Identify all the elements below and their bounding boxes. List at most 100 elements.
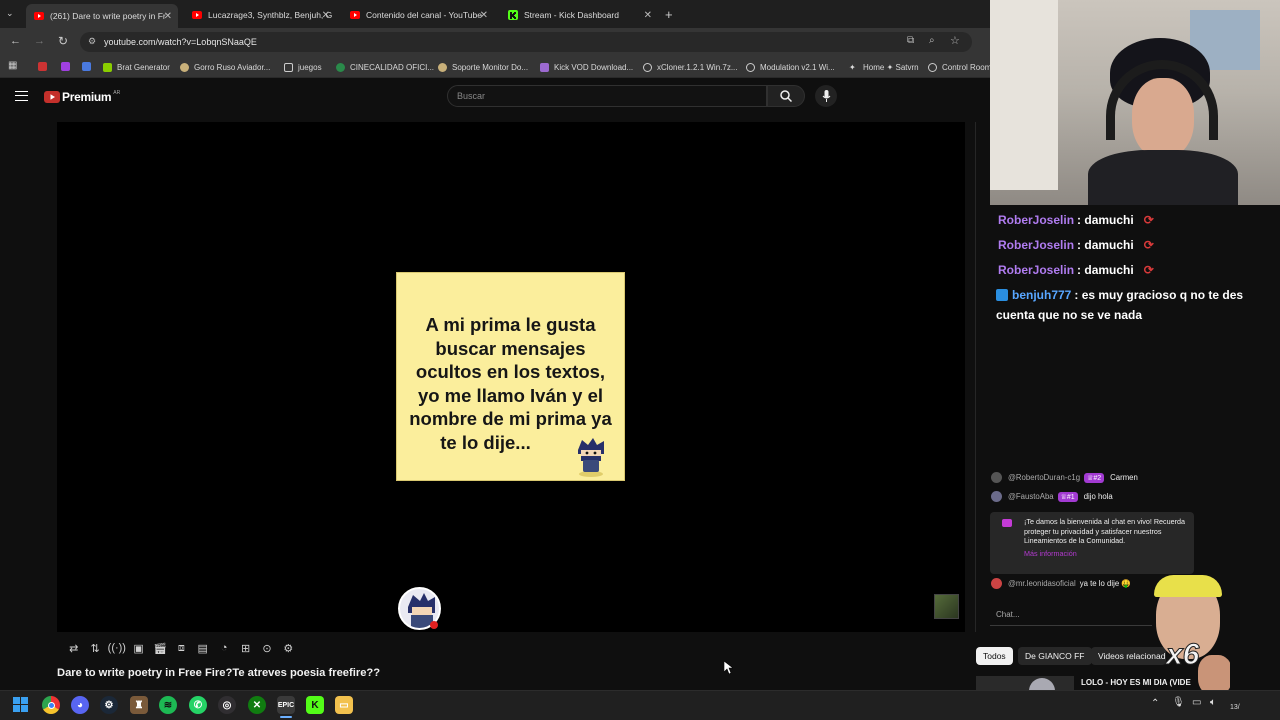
bookmark-icon[interactable] [61,62,70,71]
kick-badge-icon: ⟳ [1143,263,1154,277]
tray-chevron-icon[interactable]: ⌃ [1151,698,1159,709]
frame-icon[interactable]: ▤ [194,640,211,656]
kick-message: : es muy gracioso q no te des [1074,288,1244,302]
close-tab-icon[interactable]: ✕ [480,10,488,21]
search-input[interactable]: Buscar [447,85,767,107]
bookmark-star-icon[interactable]: ☆ [950,34,960,47]
spotify-icon[interactable]: ≋ [159,696,177,714]
forward-icon[interactable]: → [34,35,45,47]
epic-games-icon[interactable]: EPIC [277,696,295,714]
logo-country: AR [113,90,121,96]
add-icon[interactable]: ⊞ [237,640,254,656]
microphone-tray-icon[interactable]: 🎙︎ [1172,697,1185,708]
youtube-logo-icon [44,91,60,103]
webcam-overlay [990,0,1280,205]
hamburger-menu-icon[interactable] [15,91,28,101]
chat-username[interactable]: @FaustoAba [1008,492,1054,501]
bookmark-favicon [643,62,652,72]
kick-chat-line: RoberJoselin : damuchi ⟳ [998,238,1154,252]
settings-gear-icon[interactable]: ⚙ [280,640,297,656]
bookmark-gorro-ruso[interactable]: Gorro Ruso Aviador... [180,60,270,74]
tab-lucazrage[interactable]: Lucazrage3, Synthblz, Benjuh, G ✕ [184,4,336,26]
bookmark-kick-vod[interactable]: Kick VOD Download... [540,60,633,74]
screenshot-gallery-icon[interactable]: ▣ [130,640,147,656]
voice-search-button[interactable] [815,85,837,107]
tab-kick-dashboard[interactable]: Stream - Kick Dashboard ✕ [500,4,658,26]
kick-badge-icon: ⟳ [1143,213,1154,227]
xbox-icon[interactable]: ✕ [248,696,266,714]
whatsapp-icon[interactable]: ✆ [189,696,207,714]
chip-de-gianco-ff[interactable]: De GIANCO FF [1018,647,1092,665]
back-icon[interactable]: ← [10,35,21,47]
tab-active-video[interactable]: (261) Dare to write poetry in Fr ✕ [26,4,178,28]
clock-text[interactable]: 13/ [1230,704,1240,711]
tab-contenido-canal[interactable]: Contenido del canal - YouTube ✕ [342,4,494,26]
bookmark-satvrn[interactable]: ✦ Home ✦ Satvrn [849,60,919,74]
bookmark-icon[interactable] [38,62,47,71]
network-icon[interactable]: ▭ [1192,697,1201,708]
youtube-logo[interactable]: Premium AR [44,90,120,104]
install-app-icon[interactable]: ⧉ [907,35,914,46]
kick-icon [508,10,518,20]
kick-chat-line: RoberJoselin : damuchi ⟳ [998,263,1154,277]
steam-icon[interactable]: ⚙ [100,696,118,714]
new-tab-button[interactable]: + [665,7,673,22]
bookmark-soporte-monitor[interactable]: Soporte Monitor Do... [438,60,528,74]
chat-info-icon [1002,519,1012,527]
windows-start-icon[interactable] [12,696,30,714]
game-icon[interactable]: ♜ [130,696,148,714]
close-tab-icon[interactable]: ✕ [164,11,172,22]
bookmark-folder-juegos[interactable]: juegos [284,60,322,74]
search-button[interactable] [767,85,805,107]
bookmark-brat-generator[interactable]: Brat Generator [103,60,170,74]
chat-username[interactable]: @mr.leonidasoficial [1008,579,1076,588]
search-icon [780,90,792,102]
multiplier-text: x6 [1165,638,1200,672]
folder-icon [284,62,293,72]
volume-icon[interactable]: 🔈︎ [1210,697,1216,708]
obs-icon[interactable]: ◎ [218,696,236,714]
close-tab-icon[interactable]: ✕ [644,10,652,21]
clapper-icon[interactable]: 🎬︎ [151,640,168,656]
bookmark-cinecalidad[interactable]: CINECALIDAD OFICI... [336,60,434,74]
member-badge: ♕#2 [1084,472,1105,483]
chrome-icon[interactable] [42,696,60,714]
chat-text: Carmen [1110,473,1138,482]
chip-todos[interactable]: Todos [976,647,1013,665]
bookmark-modulation[interactable]: Modulation v2.1 Wi... [746,60,835,74]
chat-username[interactable]: @RobertoDuran-c1g [1008,473,1080,482]
youtube-icon [192,10,202,20]
chat-message: @mr.leonidasoficial ya te lo dije 🤑 [991,578,1131,589]
welcome-link[interactable]: Más información [1024,549,1188,559]
zoom-icon[interactable]: ⌕ [929,35,935,46]
guest-cap [1154,575,1222,597]
meme-line: buscar mensajes [435,337,586,359]
bookmark-icon[interactable] [82,62,91,71]
kick-username: benjuh777 [1012,288,1072,302]
speed-icon[interactable]: ◔ [215,640,232,656]
bookmark-xcloner[interactable]: xCloner.1.2.1 Win.7z... [643,60,737,74]
loop-icon[interactable]: ⇄ [65,640,82,656]
bookmark-favicon [746,62,755,72]
second-webcam [1150,575,1230,693]
room-shelf [990,0,1058,190]
related-video-thumbnail[interactable] [976,676,1074,690]
close-tab-icon[interactable]: ✕ [322,10,330,21]
audio-icon[interactable]: ((·)) [108,640,126,656]
picture-in-picture-icon[interactable]: ⧈ [173,640,190,656]
file-explorer-icon[interactable]: ▭ [335,696,353,714]
discord-icon[interactable]: ◕ [71,696,89,714]
chat-input[interactable]: Chat... [990,604,1152,626]
kick-username: RoberJoselin [998,238,1075,252]
camera-icon[interactable]: ⊙ [258,640,275,656]
tab-search-button[interactable]: ⌄ [6,8,14,19]
kick-icon[interactable]: K [306,696,324,714]
bookmark-control-room[interactable]: Control Room [928,60,991,74]
sort-icon[interactable]: ⇅ [86,640,103,656]
address-bar[interactable]: ⚙ youtube.com/watch?v=LobqnSNaaQE ⧉ ⌕ ☆ [80,32,972,52]
reload-icon[interactable]: ↻ [58,34,68,48]
site-info-icon[interactable]: ⚙ [88,36,96,47]
apps-grid-icon[interactable]: ▦ [8,60,17,71]
corner-thumbnail[interactable] [934,594,959,619]
kick-username: RoberJoselin [998,213,1075,227]
